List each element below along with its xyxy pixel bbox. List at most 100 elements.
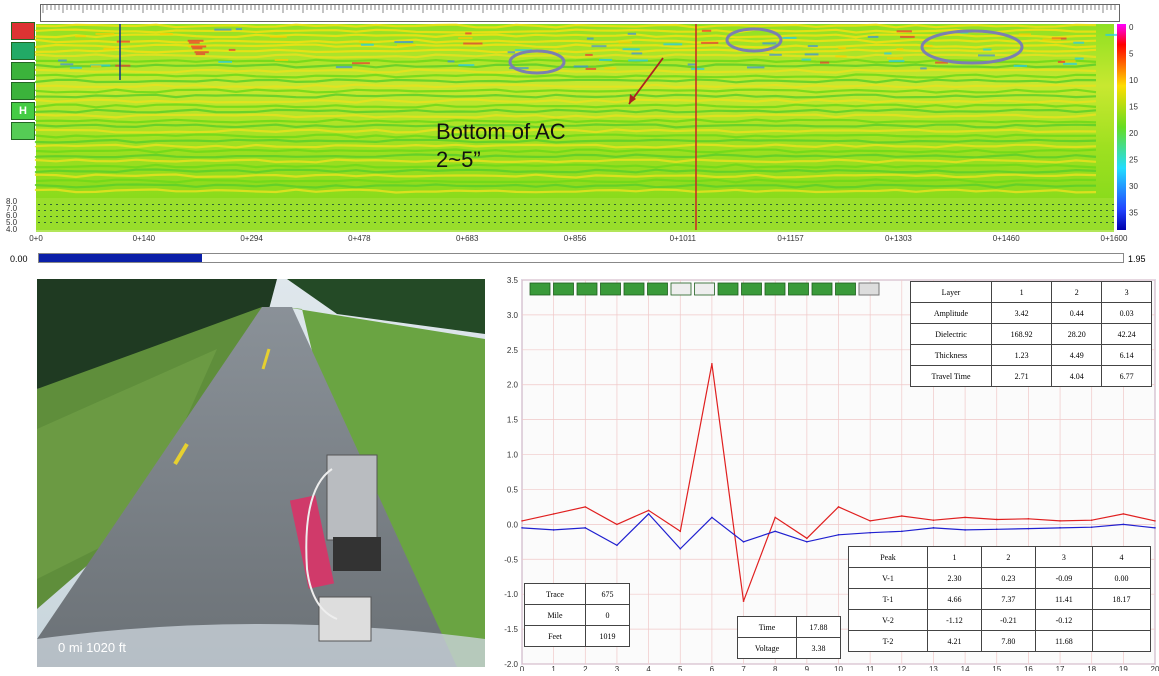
radar-dot (170, 210, 172, 211)
radar-dot (200, 204, 202, 205)
radar-dot (338, 204, 340, 205)
radar-speckle (1042, 38, 1061, 41)
waveform-tool-button[interactable] (835, 282, 856, 296)
radar-dot (644, 222, 646, 223)
table-cell: Feet (524, 625, 586, 647)
radar-speckle (1057, 60, 1066, 63)
radar-dot (512, 210, 514, 211)
annotation-text: Bottom of AC 2~5” (436, 118, 566, 174)
waveform-tool-button[interactable] (717, 282, 739, 296)
radar-dot (110, 216, 112, 217)
radar-dot (440, 216, 442, 217)
radar-dot (86, 210, 88, 211)
waveform-tool-button[interactable] (670, 282, 692, 296)
radar-dot (128, 210, 130, 211)
waveform-tool-button[interactable] (741, 282, 762, 296)
waveform-tool-button[interactable] (600, 282, 621, 296)
gpr-radargram[interactable]: 0 5 10 15 20 25 30 35 8.0 7.0 6.0 5.0 4.0 0+0 0+140 0… (6, 20, 1156, 245)
radar-dot (182, 216, 184, 217)
waveform-tool-button[interactable] (529, 282, 551, 296)
waveform-tool-button[interactable] (788, 282, 809, 296)
radar-dot (758, 210, 760, 211)
radar-dot (128, 222, 130, 223)
radar-dot (614, 216, 616, 217)
radar-dot (914, 216, 916, 217)
radar-dot (296, 204, 298, 205)
radar-speckle (359, 41, 373, 43)
table-cell: V-1 (848, 567, 928, 589)
x-tick-label: 13 (929, 665, 938, 671)
radar-speckle (622, 48, 640, 51)
radar-dot (674, 216, 676, 217)
radar-dot (734, 204, 736, 205)
radar-dot (932, 204, 934, 205)
radar-dot (884, 216, 886, 217)
y-tick-label: -2.0 (504, 660, 518, 669)
waveform-tool-button[interactable] (623, 282, 645, 296)
radar-dot (800, 210, 802, 211)
waveform-tool-button[interactable] (811, 282, 833, 296)
radar-dot (812, 216, 814, 217)
radar-dot (1100, 204, 1102, 205)
radar-speckle (116, 40, 130, 43)
radar-dot (206, 204, 208, 205)
radar-dot (620, 210, 622, 211)
radar-dot (626, 204, 628, 205)
radar-speckle (701, 29, 712, 32)
waveform-point (552, 529, 555, 531)
waveform-tool-button[interactable] (553, 282, 574, 296)
radar-speckle (218, 60, 232, 63)
radar-dot (254, 222, 256, 223)
radar-dot (134, 210, 136, 211)
radar-dot (596, 222, 598, 223)
waveform-tool-button[interactable] (694, 282, 715, 296)
radar-dot (494, 204, 496, 205)
radar-dot (704, 204, 706, 205)
radar-dot (578, 204, 580, 205)
table-cell: 17.88 (796, 616, 841, 638)
radar-speckle (397, 44, 416, 47)
radar-dot (1082, 204, 1084, 205)
radar-dot (596, 210, 598, 211)
radar-dot (272, 210, 274, 211)
radar-dot (926, 210, 928, 211)
radar-dot (1094, 204, 1096, 205)
waveform-tool-button[interactable] (647, 282, 668, 296)
radar-speckle (801, 58, 812, 61)
radar-dot (380, 204, 382, 205)
radar-dot (680, 210, 682, 211)
radar-dot (764, 216, 766, 217)
radar-dot (788, 216, 790, 217)
radar-speckle (352, 62, 370, 65)
radar-dot (242, 210, 244, 211)
table-cell: 4.04 (1051, 365, 1103, 387)
radar-dot (956, 204, 958, 205)
waveform-tool-button[interactable] (576, 282, 598, 296)
radar-speckle (804, 53, 819, 56)
radar-dot (536, 216, 538, 217)
radar-dot (830, 222, 832, 223)
radar-dot (770, 210, 772, 211)
radar-dot (224, 210, 226, 211)
radar-dot (1064, 216, 1066, 217)
camera-icon[interactable] (858, 282, 880, 296)
radar-dot (464, 216, 466, 217)
radar-dot (998, 204, 1000, 205)
radar-speckle (115, 64, 131, 67)
radar-dot (404, 210, 406, 211)
waveform-tool-button[interactable] (764, 282, 786, 296)
radar-dot (68, 210, 70, 211)
radar-dot (506, 216, 508, 217)
radar-speckle (838, 47, 846, 50)
radar-dot (908, 222, 910, 223)
radar-dot (1058, 210, 1060, 211)
radar-dot (98, 216, 100, 217)
radar-dot (650, 210, 652, 211)
x-tick-label: 0 (520, 665, 525, 671)
radar-dot (158, 216, 160, 217)
radar-dot (584, 222, 586, 223)
waveform-point (679, 530, 682, 533)
radar-dot (482, 204, 484, 205)
radar-dot (230, 222, 232, 223)
playback-progress-bar[interactable] (38, 253, 1124, 263)
